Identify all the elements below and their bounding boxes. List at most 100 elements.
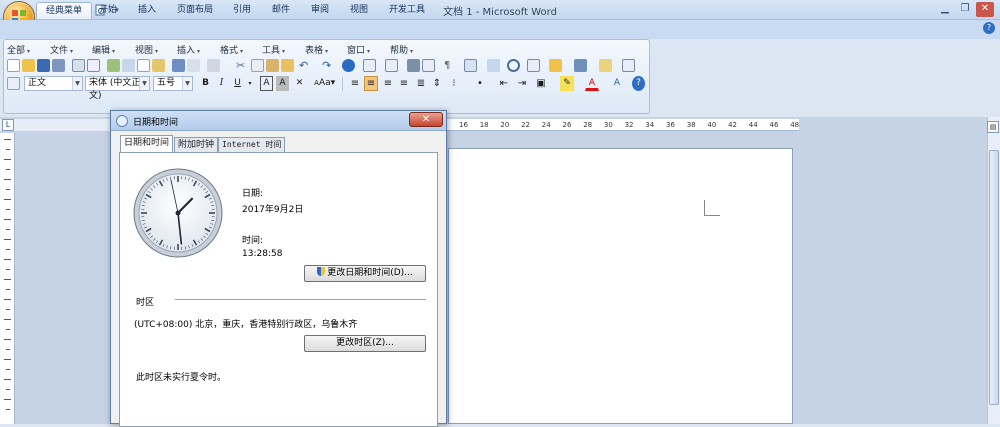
increase-indent-icon[interactable]: ⇥ <box>515 76 529 91</box>
dropdown-doc-icon[interactable] <box>152 59 165 72</box>
tab-additional-clocks[interactable]: 附加时钟 <box>174 137 218 152</box>
char-shading-icon[interactable]: A <box>276 76 289 91</box>
menu-file[interactable]: 文件▾ <box>50 43 73 56</box>
menu-insert[interactable]: 插入▾ <box>177 43 200 56</box>
tab-insert[interactable]: 插入 <box>129 2 165 19</box>
tab-review[interactable]: 审阅 <box>302 2 338 19</box>
compare-icon[interactable] <box>187 59 200 72</box>
decrease-indent-icon[interactable]: ⇤ <box>497 76 511 91</box>
zoom-icon[interactable] <box>487 59 500 72</box>
paragraph-mark-icon[interactable]: ¶ <box>444 59 457 72</box>
research-icon[interactable] <box>122 59 135 72</box>
open-icon[interactable] <box>22 59 35 72</box>
highlight-icon[interactable]: ✎ <box>560 76 574 91</box>
align-left-icon[interactable]: ≡ <box>348 76 362 91</box>
help-icon[interactable]: ? <box>983 22 995 34</box>
standard-toolbar: ✂ ↶ ↷ ¶ <box>7 59 647 74</box>
distribute-icon[interactable]: ≣ <box>414 76 428 91</box>
menu-window[interactable]: 窗口▾ <box>347 43 370 56</box>
styles-pane-icon[interactable] <box>7 77 20 90</box>
permission-icon[interactable] <box>52 59 65 72</box>
tab-date-time[interactable]: 日期和时间 <box>120 135 173 153</box>
find-icon[interactable] <box>507 59 520 72</box>
insert-table-icon[interactable] <box>385 59 398 72</box>
text-effect-icon[interactable]: A <box>610 76 624 91</box>
ruler-tick <box>6 149 10 150</box>
view-ruler-icon[interactable]: ▤ <box>987 121 999 133</box>
edit-icon[interactable] <box>207 59 220 72</box>
save-toolbar-icon[interactable] <box>37 59 50 72</box>
print-icon[interactable] <box>72 59 85 72</box>
tab-developer[interactable]: 开发工具 <box>380 2 434 19</box>
dialog-close-icon[interactable]: ✕ <box>409 112 443 127</box>
ruler-tick <box>4 359 11 360</box>
tab-mailings[interactable]: 邮件 <box>263 2 299 19</box>
preview-icon[interactable] <box>87 59 100 72</box>
menu-help[interactable]: 帮助▾ <box>390 43 413 56</box>
textbox-icon[interactable] <box>622 59 635 72</box>
tab-internet-time[interactable]: Internet 时间 <box>218 137 285 152</box>
font-select[interactable]: 宋体 (中文正文)▼ <box>85 76 150 91</box>
justify-icon[interactable]: ≡ <box>397 76 411 91</box>
scrollbar-thumb[interactable] <box>989 150 999 405</box>
copy-icon[interactable] <box>251 59 264 72</box>
tab-page-layout[interactable]: 页面布局 <box>168 2 222 19</box>
paste-icon[interactable] <box>266 59 279 72</box>
numbering-icon[interactable]: ⁝ <box>447 76 461 91</box>
change-datetime-button[interactable]: 更改日期和时间(D)... <box>304 265 426 282</box>
minimize-icon[interactable]: ▁ <box>936 2 954 17</box>
table-icon[interactable] <box>363 59 376 72</box>
font-color-icon[interactable]: A <box>585 76 599 91</box>
toolbar-help-icon[interactable]: ? <box>632 76 645 91</box>
underline-icon[interactable]: U <box>231 76 244 91</box>
document-map-icon[interactable] <box>464 59 477 72</box>
char-border-icon[interactable]: A <box>260 76 273 91</box>
timezone-section-label: 时区 <box>136 295 154 308</box>
menu-edit[interactable]: 编辑▾ <box>92 43 115 56</box>
new-document-icon[interactable] <box>7 59 20 72</box>
italic-icon[interactable]: I <box>215 76 228 91</box>
tab-selector-icon[interactable]: L <box>2 119 14 131</box>
toolbar-redo-icon[interactable]: ↷ <box>322 59 335 72</box>
uac-shield-icon <box>317 267 325 276</box>
menu-tools[interactable]: 工具▾ <box>262 43 285 56</box>
change-timezone-button[interactable]: 更改时区(Z)... <box>304 335 426 352</box>
tab-home[interactable]: 开始 <box>90 2 126 19</box>
cut-icon[interactable]: ✂ <box>236 59 249 72</box>
folder-icon[interactable] <box>549 59 562 72</box>
format-painter-icon[interactable] <box>281 59 294 72</box>
tab-classic-menu[interactable]: 经典菜单 <box>36 2 92 19</box>
insert-shape-icon[interactable] <box>599 59 612 72</box>
underline-dropdown-icon[interactable]: ▾ <box>245 76 255 91</box>
align-right-icon[interactable]: ≡ <box>381 76 395 91</box>
font-size-select[interactable]: 五号▼ <box>153 76 193 91</box>
full-screen-icon[interactable] <box>527 59 540 72</box>
insert-object-icon[interactable] <box>574 59 587 72</box>
char-scale-icon[interactable]: ✕ <box>293 76 306 91</box>
vertical-ruler[interactable] <box>0 133 15 424</box>
tab-view[interactable]: 视图 <box>341 2 377 19</box>
menu-table[interactable]: 表格▾ <box>305 43 328 56</box>
change-case-icon[interactable]: Aa▾ <box>318 76 336 91</box>
bold-icon[interactable]: B <box>199 76 212 91</box>
toolbar-undo-icon[interactable]: ↶ <box>299 59 312 72</box>
close-icon[interactable]: ✕ <box>976 2 994 17</box>
menu-all[interactable]: 全部▾ <box>7 43 30 56</box>
track-changes-icon[interactable] <box>172 59 185 72</box>
bullets-icon[interactable]: • <box>473 76 487 91</box>
maximize-icon[interactable]: ❐ <box>956 2 974 17</box>
drawing-icon[interactable] <box>422 59 435 72</box>
menu-format[interactable]: 格式▾ <box>220 43 243 56</box>
hyperlink-icon[interactable] <box>342 59 355 72</box>
line-spacing-icon[interactable]: ⇕ <box>430 76 444 91</box>
page-icon[interactable] <box>137 59 150 72</box>
border-icon[interactable]: ▣ <box>534 76 548 91</box>
columns-icon[interactable] <box>407 59 420 72</box>
tab-references[interactable]: 引用 <box>224 2 260 19</box>
vertical-scrollbar[interactable] <box>987 117 1000 424</box>
spelling-icon[interactable] <box>107 59 120 72</box>
menu-view[interactable]: 视图▾ <box>135 43 158 56</box>
document-page[interactable] <box>448 148 793 424</box>
style-select[interactable]: 正文▼ <box>24 76 83 91</box>
align-center-icon[interactable]: ≡ <box>364 76 378 91</box>
